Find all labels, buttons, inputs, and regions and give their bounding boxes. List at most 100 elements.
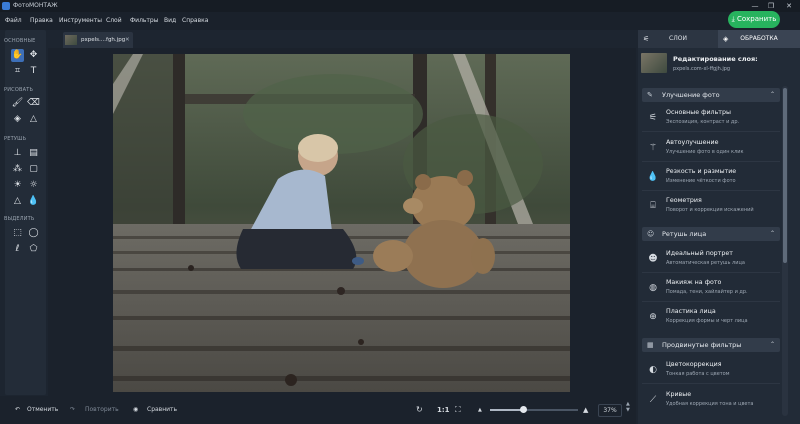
burn-tool-icon[interactable]: ☼: [27, 179, 40, 192]
tab-processing[interactable]: ◈ ОБРАБОТКА: [718, 30, 800, 48]
zoom-level[interactable]: 37%: [598, 404, 622, 417]
chevron-up-icon: ⌃: [769, 230, 775, 237]
fit-screen-icon[interactable]: ⛶: [455, 396, 461, 424]
section-photo-enhance[interactable]: ✎ Улучшение фото ⌃: [642, 88, 780, 102]
undo-icon[interactable]: ↶: [15, 396, 20, 424]
item-title: Геометрия: [666, 197, 702, 204]
redo-icon[interactable]: ↷: [70, 396, 75, 424]
menu-help[interactable]: Справка: [182, 12, 208, 30]
item-subtitle: Изменение чёткости фото: [666, 178, 736, 184]
item-color-correction[interactable]: ◐ Цветокоррекция Тонкая работа с цветом: [642, 356, 780, 384]
magic-wand-icon: ✎: [647, 91, 653, 99]
title-bar: ФотоМОНТАЖ — ❐ ✕: [0, 0, 800, 12]
tab-processing-label: ОБРАБОТКА: [740, 35, 778, 42]
zoom-slider-handle[interactable]: [520, 406, 527, 413]
item-basic-filters[interactable]: ⚟ Основные фильтры Экспозиция, контраст …: [642, 104, 780, 132]
eraser-tool-icon[interactable]: ⌫: [27, 97, 40, 110]
rotate-hand-icon[interactable]: ↻: [416, 396, 423, 424]
fill-tool-icon[interactable]: ◈: [11, 113, 24, 126]
section-advanced-filters[interactable]: ▦ Продвинутые фильтры ⌃: [642, 338, 780, 352]
panel-scrollbar-thumb[interactable]: [783, 88, 787, 263]
menu-edit[interactable]: Правка: [30, 12, 53, 30]
document-thumbnail: [65, 35, 77, 45]
lasso-select-icon[interactable]: ℓ: [11, 243, 24, 256]
close-tab-icon[interactable]: ✕: [125, 32, 130, 48]
blur-tool-icon[interactable]: 💧: [27, 195, 40, 208]
hand-tool-icon[interactable]: ✋: [11, 49, 24, 62]
crop-tool-icon[interactable]: ⌗: [11, 65, 24, 78]
item-title: Пластика лица: [666, 308, 716, 315]
section-face-retouch[interactable]: ☺ Ретушь лица ⌃: [642, 227, 780, 241]
item-subtitle: Удобная коррекция тона и цвета: [666, 401, 754, 407]
section-photo-enhance-title: Улучшение фото: [662, 91, 720, 99]
brush-tool-icon[interactable]: 🖌: [11, 97, 24, 110]
zoom-out-mountain-icon[interactable]: ▲: [478, 396, 482, 424]
redo-button[interactable]: Повторить: [85, 396, 119, 424]
chevron-up-icon: ⌃: [769, 341, 775, 348]
item-face-plastic[interactable]: ⊕ Пластика лица Коррекция формы и черт л…: [642, 303, 780, 331]
rect-select-icon[interactable]: ⬚: [11, 227, 24, 240]
geometry-icon: ⌸: [650, 201, 656, 211]
child-and-teddy-bear-photo: [113, 54, 570, 392]
item-subtitle: Коррекция формы и черт лица: [666, 318, 748, 324]
item-curves[interactable]: ⟋ Кривые Удобная коррекция тона и цвета: [642, 386, 780, 414]
item-title: Идеальный портрет: [666, 250, 733, 257]
item-sharpness-blur[interactable]: 💧 Резкость и размытие Изменение чёткости…: [642, 163, 780, 191]
makeup-icon: ◍: [649, 283, 657, 293]
item-ideal-portrait[interactable]: ☻ Идеальный портрет Автоматическая ретуш…: [642, 245, 780, 273]
layers-stack-icon: ◈: [723, 35, 729, 43]
patch-tool-icon[interactable]: ▤: [27, 147, 40, 160]
ellipse-select-icon[interactable]: ◯: [27, 227, 40, 240]
move-tool-icon[interactable]: ✥: [27, 49, 40, 62]
document-tab[interactable]: pxpels....fgh.jpg ✕: [63, 32, 133, 48]
stamp-tool-icon[interactable]: ⊥: [11, 147, 24, 160]
tab-layers[interactable]: ⚟ СЛОИ: [638, 30, 718, 48]
frame-tool-icon[interactable]: ▢: [27, 163, 40, 176]
app-title: ФотоМОНТАЖ: [13, 2, 58, 9]
item-title: Автоулучшение: [666, 139, 719, 146]
menu-file[interactable]: Файл: [5, 12, 22, 30]
portrait-icon: ☻: [648, 254, 658, 264]
item-subtitle: Поворот и коррекция искажений: [666, 207, 754, 213]
item-geometry[interactable]: ⌸ Геометрия Поворот и коррекция искажени…: [642, 192, 780, 220]
section-advanced-filters-title: Продвинутые фильтры: [662, 341, 742, 349]
text-tool-icon[interactable]: T: [27, 65, 40, 78]
zoom-stepper-icon[interactable]: ▲ ▼: [626, 401, 630, 413]
menu-view[interactable]: Вид: [164, 12, 176, 30]
magic-wand-icon: ⚚: [648, 143, 658, 153]
section-basic-label: ОСНОВНЫЕ: [4, 38, 36, 44]
dodge-tool-icon[interactable]: ☀: [11, 179, 24, 192]
tab-layers-label: СЛОИ: [669, 35, 687, 42]
sliders-icon: ⚟: [648, 113, 658, 123]
item-subtitle: Тонкая работа с цветом: [666, 371, 730, 377]
menu-layer[interactable]: Слой: [106, 12, 122, 30]
item-title: Резкость и размытие: [666, 168, 737, 175]
actual-size-button[interactable]: 1:1: [437, 396, 450, 424]
menu-tools[interactable]: Инструменты: [59, 12, 102, 30]
film-icon: ▦: [647, 341, 654, 349]
item-auto-enhance[interactable]: ⚚ Автоулучшение Улучшение фото в один кл…: [642, 134, 780, 162]
zoom-in-mountain-icon[interactable]: ▲: [583, 396, 588, 424]
item-title: Цветокоррекция: [666, 361, 722, 368]
photo-editor-window: ФотоМОНТАЖ — ❐ ✕ Файл Правка Инструменты…: [0, 0, 800, 424]
menu-filters[interactable]: Фильтры: [130, 12, 158, 30]
close-window-button[interactable]: ✕: [782, 0, 796, 12]
chevron-up-icon: ⌃: [769, 91, 775, 98]
bottom-bar: ↶ Отменить ↷ Повторить ◉ Сравнить ↻ 1:1 …: [0, 396, 636, 424]
right-panel-tabs: ⚟ СЛОИ ◈ ОБРАБОТКА: [638, 30, 800, 48]
polygon-select-icon[interactable]: ⬠: [27, 243, 40, 256]
healing-tool-icon[interactable]: ⁂: [11, 163, 24, 176]
drop-icon: 💧: [647, 172, 659, 182]
document-tab-bar: [48, 30, 636, 48]
save-button[interactable]: ⤓ Сохранить: [728, 11, 780, 28]
sharpen-tool-icon[interactable]: △: [11, 195, 24, 208]
curves-icon: ⟋: [649, 395, 657, 405]
shapes-tool-icon[interactable]: △: [27, 113, 40, 126]
undo-button[interactable]: Отменить: [27, 396, 58, 424]
photo-canvas[interactable]: [113, 54, 570, 392]
compare-button[interactable]: Сравнить: [147, 396, 177, 424]
compare-eye-icon[interactable]: ◉: [133, 396, 138, 424]
item-makeup[interactable]: ◍ Макияж на фото Помада, тени, хайлайтер…: [642, 274, 780, 302]
tool-panel: [5, 30, 46, 395]
layer-file-name: pxpels.com-xl-ffgjh.jpg: [673, 66, 731, 72]
